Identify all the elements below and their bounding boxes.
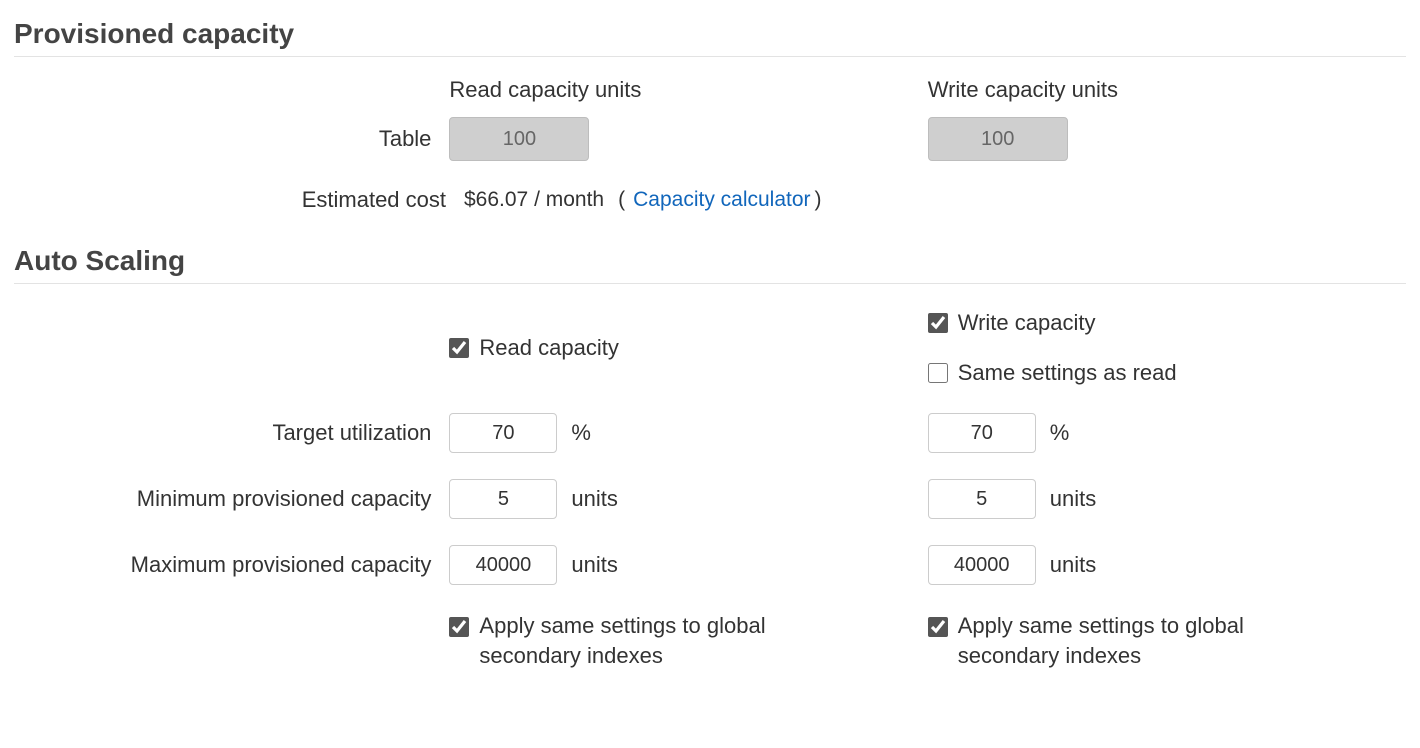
apply-gsi-read-checkbox[interactable] [449,617,469,637]
apply-gsi-write-checkbox[interactable] [928,617,948,637]
max-capacity-label: Maximum provisioned capacity [14,552,449,578]
write-capacity-checkbox[interactable] [928,313,948,333]
apply-gsi-write-label: Apply same settings to global secondary … [958,611,1298,670]
same-as-read-checkbox[interactable] [928,363,948,383]
target-utilization-read-input[interactable] [449,413,557,453]
units-suffix: units [1050,552,1096,578]
read-capacity-checkbox-label: Read capacity [479,333,618,363]
paren-open: ( [618,188,625,212]
table-read-capacity-input [449,117,589,161]
paren-close: ) [815,188,822,212]
column-header-write: Write capacity units [928,77,1406,103]
percent-suffix: % [1050,420,1070,446]
estimated-cost-value: $66.07 / month [464,188,604,212]
percent-suffix: % [571,420,591,446]
capacity-calculator-link[interactable]: Capacity calculator [633,188,810,212]
max-capacity-write-input[interactable] [928,545,1036,585]
units-suffix: units [571,486,617,512]
section-title-provisioned: Provisioned capacity [14,18,1406,57]
section-title-autoscaling: Auto Scaling [14,245,1406,284]
min-capacity-write-input[interactable] [928,479,1036,519]
min-capacity-read-input[interactable] [449,479,557,519]
max-capacity-read-input[interactable] [449,545,557,585]
column-header-read: Read capacity units [449,77,927,103]
units-suffix: units [1050,486,1096,512]
target-utilization-write-input[interactable] [928,413,1036,453]
estimated-cost-label: Estimated cost [14,187,464,213]
apply-gsi-read-label: Apply same settings to global secondary … [479,611,819,670]
min-capacity-label: Minimum provisioned capacity [14,486,449,512]
same-as-read-checkbox-label: Same settings as read [958,358,1177,388]
units-suffix: units [571,552,617,578]
write-capacity-checkbox-label: Write capacity [958,308,1096,338]
table-row-label: Table [14,126,449,152]
read-capacity-checkbox[interactable] [449,338,469,358]
table-write-capacity-input [928,117,1068,161]
target-utilization-label: Target utilization [14,420,449,446]
